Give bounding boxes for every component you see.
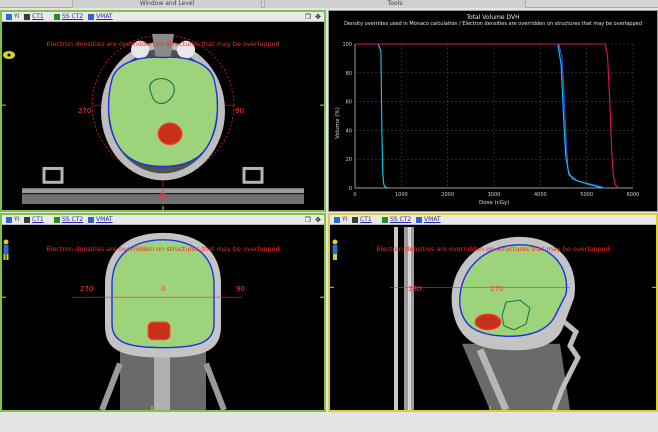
dvh-series-line-0 xyxy=(355,43,388,189)
pos-selector[interactable]: Yi xyxy=(6,215,19,225)
dvh-x-tick: 4000 xyxy=(534,192,547,198)
dvh-y-tick: 40 xyxy=(346,128,352,134)
crosshair-icon xyxy=(334,216,340,223)
angle-label-270: 270 xyxy=(80,285,94,293)
view-toolbar: Yi CT1 SS CT2 VMAT xyxy=(330,215,656,225)
ct-icon xyxy=(24,216,30,223)
series-selector[interactable]: SS CT2 xyxy=(54,12,83,22)
dvh-series-line-3 xyxy=(355,43,620,189)
dvh-series-line-2 xyxy=(355,43,604,189)
pos-selector[interactable]: Yi xyxy=(6,12,19,22)
sagittal-image[interactable]: Electron densities are overridden on str… xyxy=(330,225,656,410)
dvh-x-tick: 1000 xyxy=(395,192,408,198)
dvh-y-tick: 100 xyxy=(342,42,352,48)
angle-label-180: 180 xyxy=(408,285,422,293)
angle-label-90: 90 xyxy=(236,285,245,293)
series-icon xyxy=(382,216,388,223)
window-controls[interactable]: ❐ ✥ xyxy=(305,13,322,21)
ct-icon xyxy=(352,216,358,223)
target-ptv xyxy=(474,313,502,331)
dvh-x-tick: 5000 xyxy=(580,192,593,198)
dvh-panel[interactable]: Total Volume DVH Density overrides used … xyxy=(328,10,658,212)
dose-icon xyxy=(88,13,94,20)
dvh-y-tick: 20 xyxy=(346,157,352,163)
angle-label-0: 0 xyxy=(161,285,166,293)
series-icon xyxy=(54,13,60,20)
dvh-x-tick: 0 xyxy=(353,192,356,198)
dvh-y-tick: 0 xyxy=(349,186,352,192)
density-warning: Electron densities are overridden on str… xyxy=(46,245,280,253)
dose-selector[interactable]: VMAT xyxy=(416,215,441,225)
brain-contour xyxy=(107,56,219,168)
patient-orientation-icon xyxy=(3,51,15,59)
dvh-y-tick: 80 xyxy=(346,71,352,77)
tab-window-and-level[interactable]: Window and Level xyxy=(72,0,262,8)
top-tab-strip: Window and Level Tools xyxy=(0,0,658,8)
ct-selector[interactable]: CT1 xyxy=(24,215,44,225)
dvh-x-tick: 3000 xyxy=(488,192,501,198)
view-toolbar: Yi CT1 SS CT2 VMAT ❐ ✥ xyxy=(2,12,324,22)
coronal-image[interactable]: Electron densities are overridden on str… xyxy=(2,225,324,410)
couch-plate-1 xyxy=(394,226,398,410)
angle-label-270: 270 xyxy=(78,107,92,115)
pos-selector[interactable]: Yi xyxy=(334,215,347,225)
person-orientation-icon xyxy=(3,239,9,260)
ct-selector[interactable]: CT1 xyxy=(352,215,372,225)
window-controls[interactable]: ❐ ✥ xyxy=(305,216,322,224)
ct-icon xyxy=(24,13,30,20)
target-ptv xyxy=(157,122,183,146)
series-selector[interactable]: SS CT2 xyxy=(382,215,411,225)
crosshair-icon xyxy=(6,216,12,223)
axial-view-panel[interactable]: Yi CT1 SS CT2 VMAT ❐ ✥ Electron densitie… xyxy=(0,10,326,212)
target-ptv xyxy=(147,321,171,341)
density-warning: Electron densities are overridden on str… xyxy=(46,40,280,48)
dvh-chart: 0 1000 2000 3000 4000 5000 6000 0 20 40 60 80 100 xyxy=(342,42,640,198)
axial-ct-slice xyxy=(2,33,324,210)
series-selector[interactable]: SS CT2 xyxy=(54,215,83,225)
dvh-x-tick: 6000 xyxy=(627,192,640,198)
axial-image[interactable]: Electron densities are overridden on str… xyxy=(2,22,324,210)
dose-selector[interactable]: VMAT xyxy=(88,215,113,225)
dose-icon xyxy=(416,216,422,223)
dvh-x-axis-label: Dose (cGy) xyxy=(479,200,510,206)
sagittal-view-panel[interactable]: Yi CT1 SS CT2 VMAT Electron densities ar… xyxy=(328,213,658,412)
coronal-view-panel[interactable]: Yi CT1 SS CT2 VMAT ❐ ✥ Electron densitie… xyxy=(0,213,326,412)
ct-selector[interactable]: CT1 xyxy=(24,12,44,22)
tab-tools[interactable]: Tools xyxy=(264,0,526,8)
couch-plate-3 xyxy=(408,226,411,410)
dose-icon xyxy=(88,216,94,223)
dvh-y-axis-label: Volume (%) xyxy=(335,107,341,139)
dose-selector[interactable]: VMAT xyxy=(88,12,113,22)
series-icon xyxy=(54,216,60,223)
angle-label-270: 270 xyxy=(490,285,504,293)
couch-bracket-right xyxy=(242,166,264,184)
dvh-y-tick: 60 xyxy=(346,100,352,106)
spine xyxy=(154,353,170,410)
couch-bracket-left xyxy=(42,166,64,184)
crosshair-icon xyxy=(6,13,12,20)
density-warning: Electron densities are overridden on str… xyxy=(376,245,610,253)
view-toolbar: Yi CT1 SS CT2 VMAT ❐ ✥ xyxy=(2,215,324,225)
dvh-x-tick: 2000 xyxy=(441,192,454,198)
person-orientation-icon xyxy=(332,239,338,260)
angle-label-90: 90 xyxy=(235,107,244,115)
